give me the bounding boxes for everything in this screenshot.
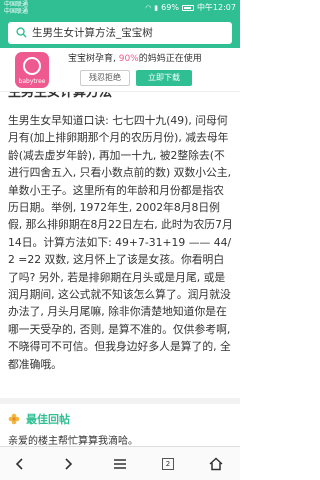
signal-icon: ▮ xyxy=(154,4,159,12)
dismiss-button[interactable]: 残忍拒绝 xyxy=(80,70,130,86)
carrier-info: 中国联通 中国联通 xyxy=(4,1,28,15)
forward-button[interactable] xyxy=(48,447,88,480)
home-button[interactable] xyxy=(196,447,236,480)
app-download-banner: babytree 宝宝树孕育, 90%的妈妈正在使用 残忍拒绝 立即下载 xyxy=(0,48,240,92)
tabs-count: 2 xyxy=(162,458,174,470)
article-heading-clipped: 生男生女计算方法 xyxy=(8,92,232,102)
chevron-right-icon xyxy=(65,458,73,470)
clock: 中午12:07 xyxy=(196,3,236,12)
chevron-left-icon xyxy=(15,458,23,470)
promo-suffix: 的妈妈正在使用 xyxy=(138,54,202,64)
flower-icon xyxy=(8,413,20,425)
menu-button[interactable] xyxy=(100,447,140,480)
carrier-label-2: 中国联通 xyxy=(4,8,29,15)
battery-icon xyxy=(181,5,194,11)
wifi-icon: ◠ xyxy=(145,4,152,12)
promo-text: 宝宝树孕育, 90%的妈妈正在使用 xyxy=(68,54,202,65)
home-icon xyxy=(209,457,223,471)
search-query-text[interactable]: 生男生女计算方法_宝宝树 xyxy=(32,25,228,41)
status-bar: 中国联通 中国联通 ◠ ▮ 69% 中午12:07 xyxy=(0,0,240,18)
back-button[interactable] xyxy=(0,447,40,480)
best-reply-title: 最佳回帖 xyxy=(26,413,70,426)
promo-prefix: 宝宝树孕育, xyxy=(68,54,119,64)
menu-icon xyxy=(114,459,126,469)
best-reply-header: 最佳回帖 xyxy=(8,410,70,428)
tabs-button[interactable]: 2 xyxy=(148,447,188,480)
address-bar: 生男生女计算方法_宝宝树 xyxy=(0,18,240,48)
promo-percent: 90% xyxy=(118,54,139,64)
babytree-logo: babytree xyxy=(15,52,49,88)
search-icon xyxy=(16,27,27,38)
section-divider xyxy=(0,398,240,404)
browser-toolbar: 2 xyxy=(0,446,240,480)
logo-brand-text: babytree xyxy=(18,78,46,85)
carrier-label-1: 中国联通 xyxy=(4,1,29,8)
article-heading-text: 生男生女计算方法 xyxy=(8,92,113,100)
download-button[interactable]: 立即下载 xyxy=(136,70,192,86)
search-box[interactable]: 生男生女计算方法_宝宝树 xyxy=(8,22,232,44)
article-body: 生男生女早知道口诀: 七七四十九(49), 问母何月有(加上排卵期那个月的农历月… xyxy=(8,114,233,371)
battery-percent: 69% xyxy=(161,3,179,12)
logo-circle-icon xyxy=(23,57,41,75)
status-indicators: ◠ ▮ 69% 中午12:07 xyxy=(145,3,236,13)
